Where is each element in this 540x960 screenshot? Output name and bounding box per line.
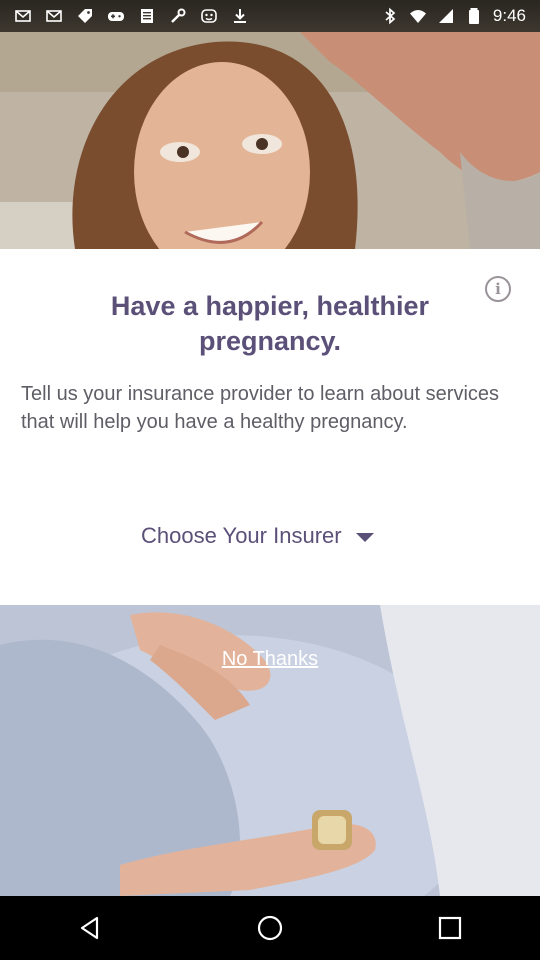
back-button[interactable] [60,898,120,958]
home-button[interactable] [240,898,300,958]
game-icon [107,7,125,25]
face-icon [200,7,218,25]
bluetooth-icon [381,7,399,25]
status-bar: 9:46 [0,0,540,32]
info-icon: i [495,279,501,298]
system-status: 9:46 [381,6,540,26]
sheet-icon [138,7,156,25]
chevron-down-icon [355,532,374,542]
hero-image-top [0,32,540,249]
insurer-dropdown[interactable]: Choose Your Insurer [141,520,374,552]
back-icon [80,916,99,940]
card-description: Tell us your insurance provider to learn… [21,383,500,433]
mail-icon [14,7,32,25]
notification-icons [0,7,249,25]
navigation-bar [0,896,540,960]
home-icon [257,915,283,941]
recents-button[interactable] [420,898,480,958]
screen: 9:46 i Have a happier, healthier pregnan… [0,0,540,960]
recents-icon [438,916,462,940]
insurer-dropdown-label: Choose Your Insurer [141,523,342,548]
no-thanks-link[interactable]: No Thanks [0,648,540,671]
signal-icon [437,7,455,25]
tag-icon [76,7,94,25]
tools-icon [169,7,187,25]
page-title: Have a happier, healthier pregnancy. [110,291,430,356]
status-time: 9:46 [492,6,526,25]
download-icon [231,7,249,25]
battery-icon [465,7,483,25]
wifi-icon [409,7,427,25]
mail-icon [45,7,63,25]
info-button[interactable]: i [485,276,511,302]
